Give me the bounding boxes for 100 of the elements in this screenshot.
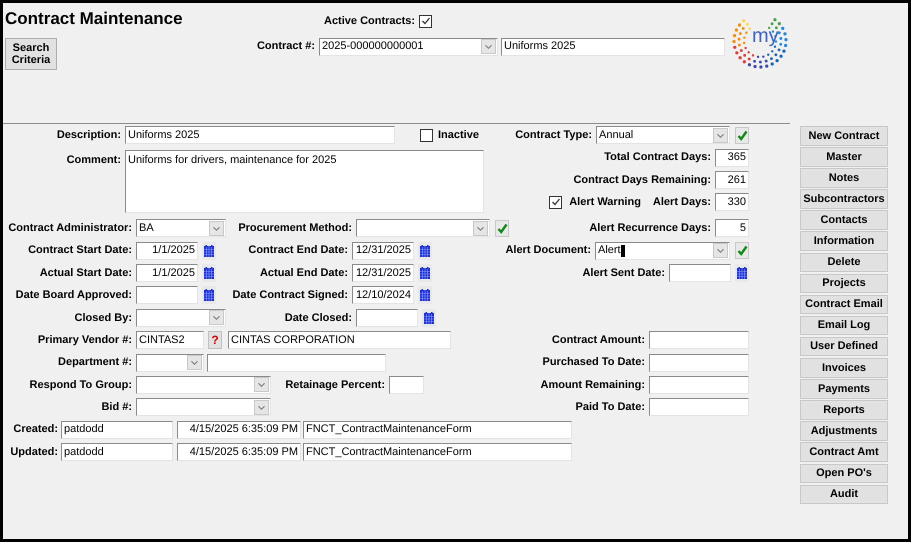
text-field[interactable] bbox=[207, 354, 386, 372]
checkbox[interactable] bbox=[549, 196, 562, 209]
field-label: Contract Start Date: bbox=[27, 243, 133, 258]
calendar-button[interactable] bbox=[735, 264, 749, 282]
text-field[interactable] bbox=[669, 264, 731, 282]
text-field[interactable]: CINTAS2 bbox=[136, 331, 204, 350]
field-label: Date Closed: bbox=[284, 310, 353, 326]
vendor-lookup-button[interactable]: ? bbox=[208, 331, 222, 350]
field-label: Comment: bbox=[66, 153, 122, 168]
field-label: Amount Remaining: bbox=[540, 378, 646, 393]
text-field[interactable]: FNCT_ContractMaintenanceForm bbox=[303, 443, 572, 462]
text-field[interactable]: 1/1/2025 bbox=[136, 242, 198, 260]
text-field[interactable]: FNCT_ContractMaintenanceForm bbox=[303, 420, 572, 439]
checkbox[interactable] bbox=[420, 128, 433, 142]
text-field[interactable] bbox=[649, 354, 749, 372]
text-field[interactable]: 4/15/2025 6:35:09 PM bbox=[177, 443, 301, 462]
text-field[interactable]: CINTAS CORPORATION bbox=[228, 331, 451, 350]
text-field[interactable]: 261 bbox=[715, 170, 749, 189]
calendar-button[interactable] bbox=[202, 286, 216, 304]
action-button[interactable]: Contract Email bbox=[800, 294, 888, 314]
action-button[interactable]: Email Log bbox=[800, 316, 888, 336]
dropdown-field[interactable] bbox=[356, 219, 490, 238]
action-button[interactable]: Payments bbox=[800, 379, 888, 399]
checkmark-icon bbox=[736, 130, 748, 141]
dropdown-field[interactable] bbox=[136, 398, 271, 416]
action-button[interactable]: Delete bbox=[800, 252, 888, 272]
field-label: Active Contracts: bbox=[324, 14, 416, 29]
action-button[interactable]: Open PO's bbox=[800, 464, 888, 483]
comment-field[interactable]: Uniforms for drivers, maintenance for 2025 bbox=[125, 150, 484, 214]
action-button[interactable]: User Defined bbox=[800, 336, 888, 356]
text-field[interactable] bbox=[389, 376, 424, 394]
text-field[interactable]: 1/1/2025 bbox=[136, 264, 198, 282]
field-label: Alert Document: bbox=[505, 243, 592, 258]
calendar-button[interactable] bbox=[418, 264, 432, 282]
text-field[interactable]: Uniforms 2025 bbox=[501, 38, 725, 56]
field-label: Contract Administrator: bbox=[7, 220, 133, 236]
action-button[interactable]: Adjustments bbox=[800, 421, 888, 441]
dropdown-field[interactable]: Annual bbox=[596, 126, 730, 144]
field-label: Contract Type: bbox=[515, 128, 593, 143]
field-label: Primary Vendor #: bbox=[36, 332, 133, 348]
calendar-button[interactable] bbox=[418, 286, 432, 304]
text-field[interactable]: 330 bbox=[715, 193, 749, 212]
text-field[interactable]: 12/10/2024 bbox=[352, 286, 414, 304]
calendar-button[interactable] bbox=[422, 308, 436, 327]
calendar-button[interactable] bbox=[202, 264, 216, 282]
text-field[interactable]: Uniforms 2025 bbox=[125, 126, 395, 144]
action-button[interactable]: Audit bbox=[800, 484, 888, 504]
calendar-button[interactable] bbox=[418, 242, 432, 260]
text-field[interactable] bbox=[649, 376, 749, 394]
text-field[interactable]: 4/15/2025 6:35:09 PM bbox=[177, 420, 301, 439]
action-button[interactable]: Notes bbox=[800, 168, 888, 188]
dropdown-field[interactable] bbox=[136, 376, 271, 394]
text-field[interactable] bbox=[136, 286, 198, 304]
action-button[interactable]: Master bbox=[800, 147, 888, 167]
dropdown-field[interactable]: Alert bbox=[595, 242, 730, 260]
action-button[interactable]: New Contract bbox=[800, 126, 888, 146]
action-button[interactable]: Reports bbox=[800, 400, 888, 420]
calendar-icon bbox=[420, 266, 430, 279]
field-label: Contract #: bbox=[256, 39, 316, 54]
field-label: Inactive bbox=[438, 128, 479, 143]
text-field[interactable]: patdodd bbox=[61, 420, 173, 439]
text-field[interactable]: 12/31/2025 bbox=[352, 264, 414, 282]
confirm-button[interactable] bbox=[735, 126, 749, 144]
field-label: Created: bbox=[12, 422, 59, 438]
confirm-button[interactable] bbox=[735, 242, 749, 260]
calendar-icon bbox=[420, 244, 430, 257]
dropdown-field[interactable] bbox=[136, 354, 204, 372]
text-field[interactable]: 5 bbox=[715, 219, 749, 238]
calendar-icon bbox=[204, 289, 214, 302]
field-label: Contract Days Remaining: bbox=[573, 172, 712, 188]
search-criteria-button[interactable]: Search Criteria bbox=[5, 38, 57, 70]
action-button[interactable]: Information bbox=[800, 231, 888, 251]
action-button[interactable]: Invoices bbox=[800, 358, 888, 378]
field-label: Retainage Percent: bbox=[284, 378, 386, 393]
text-field[interactable] bbox=[649, 398, 749, 416]
dropdown-field[interactable] bbox=[136, 308, 226, 327]
dropdown-field[interactable]: BA bbox=[136, 219, 226, 238]
text-cursor bbox=[620, 244, 625, 257]
text-field[interactable] bbox=[356, 308, 418, 327]
calendar-icon bbox=[424, 312, 434, 324]
confirm-button[interactable] bbox=[495, 220, 509, 237]
calendar-icon bbox=[420, 289, 430, 302]
checkbox[interactable] bbox=[419, 14, 432, 28]
text-field[interactable] bbox=[649, 331, 749, 350]
action-button[interactable]: Projects bbox=[800, 274, 888, 294]
field-label: Purchased To Date: bbox=[542, 355, 646, 370]
window-title: Contract Maintenance bbox=[5, 9, 183, 29]
field-label: Actual Start Date: bbox=[38, 266, 133, 281]
field-label: Procurement Method: bbox=[237, 220, 353, 236]
action-button[interactable]: Contacts bbox=[800, 210, 888, 230]
calendar-button[interactable] bbox=[202, 242, 216, 260]
action-button[interactable]: Contract Amt bbox=[800, 442, 888, 462]
field-label: Respond To Group: bbox=[28, 378, 133, 393]
field-label: Date Contract Signed: bbox=[231, 288, 349, 304]
text-field[interactable]: 365 bbox=[715, 148, 749, 167]
action-button[interactable]: Subcontractors bbox=[800, 189, 888, 209]
text-field[interactable]: 12/31/2025 bbox=[352, 242, 414, 260]
text-field[interactable]: patdodd bbox=[61, 443, 173, 462]
dropdown-field[interactable]: 2025-000000000001 bbox=[319, 38, 498, 56]
calendar-icon bbox=[204, 244, 214, 257]
